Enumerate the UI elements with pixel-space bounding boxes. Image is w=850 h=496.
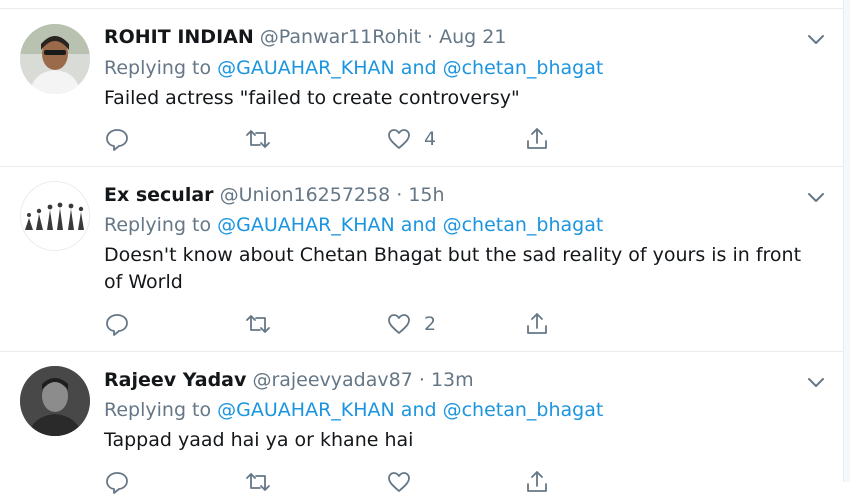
share-icon [527,128,547,149]
and-label: and [400,214,437,236]
mention-link[interactable]: @GAUAHAR_KHAN [217,214,395,236]
tweet[interactable]: Ex secular @Union16257258 · 15h Replying… [0,167,843,352]
tweet[interactable]: ROHIT INDIAN @Panwar11Rohit · Aug 21 Rep… [0,9,843,167]
replying-to-label: Replying to [104,57,212,79]
reply-icon [106,314,128,336]
replying-to: Replying to @GAUAHAR_KHAN and @chetan_bh… [104,398,603,422]
display-name[interactable]: Ex secular [104,184,214,206]
like-count: 4 [424,128,437,150]
mention-link[interactable]: @GAUAHAR_KHAN [217,399,395,421]
replying-to-label: Replying to [104,214,212,236]
share-icon [527,313,547,334]
avatar[interactable] [20,366,90,436]
avatar[interactable] [20,24,90,94]
mention-link[interactable]: @GAUAHAR_KHAN [217,57,395,79]
retweet-button[interactable] [244,468,272,496]
avatar-image [20,24,90,94]
like-button[interactable]: 4 [386,125,436,153]
retweet-icon [246,473,270,491]
reply-button[interactable] [104,125,130,153]
display-name[interactable]: ROHIT INDIAN [104,26,254,48]
display-name[interactable]: Rajeev Yadav [104,369,246,391]
retweet-button[interactable] [244,310,272,338]
retweet-icon [246,315,270,333]
tweet-header: Ex secular @Union16257258 · 15h [104,183,445,207]
chevron-down-icon[interactable] [805,186,827,208]
share-button[interactable] [524,125,550,153]
separator-dot: · [427,26,434,48]
mention-link[interactable]: @chetan_bhagat [443,57,604,79]
reply-button[interactable] [104,310,130,338]
avatar-image [21,182,89,250]
separator-dot: · [418,369,425,391]
replying-to: Replying to @GAUAHAR_KHAN and @chetan_bh… [104,56,603,80]
heart-icon [388,129,410,149]
tweet-text: Tappad yaad hai ya or khane hai [104,429,414,451]
separator-dot: · [396,184,403,206]
chevron-down-icon[interactable] [805,371,827,393]
tweet[interactable]: Rajeev Yadav @rajeevyadav87 · 13m Replyi… [0,352,843,494]
share-button[interactable] [524,310,550,338]
tweet-actions [104,468,564,496]
timestamp[interactable]: 15h [408,184,444,206]
like-button[interactable] [386,468,424,496]
avatar-image [20,366,90,436]
like-button[interactable]: 2 [386,310,436,338]
timestamp[interactable]: 13m [431,369,474,391]
tweet-text: Failed actress "failed to create controv… [104,87,520,109]
like-count: 2 [424,313,437,335]
reply-icon [106,472,128,494]
username[interactable]: @rajeevyadav87 [252,369,412,391]
retweet-icon [246,130,270,148]
tweet-actions: 4 [104,125,564,153]
scrollbar[interactable] [843,0,850,482]
username[interactable]: @Union16257258 [220,184,391,206]
replying-to-label: Replying to [104,399,212,421]
mention-link[interactable]: @chetan_bhagat [443,214,604,236]
tweet-header: ROHIT INDIAN @Panwar11Rohit · Aug 21 [104,25,506,49]
username[interactable]: @Panwar11Rohit [260,26,421,48]
and-label: and [400,57,437,79]
and-label: and [400,399,437,421]
share-icon [527,471,547,492]
reply-icon [106,129,128,151]
timeline-top-border [0,0,850,9]
reply-button[interactable] [104,468,130,496]
heart-icon [388,314,410,334]
heart-icon [388,472,410,492]
retweet-button[interactable] [244,125,272,153]
tweet-text: Doesn't know about Chetan Bhagat but the… [104,244,802,293]
chevron-down-icon[interactable] [805,28,827,50]
tweet-actions: 2 [104,310,564,338]
share-button[interactable] [524,468,550,496]
avatar[interactable] [20,181,90,251]
mention-link[interactable]: @chetan_bhagat [443,399,604,421]
tweet-header: Rajeev Yadav @rajeevyadav87 · 13m [104,368,474,392]
replying-to: Replying to @GAUAHAR_KHAN and @chetan_bh… [104,213,603,237]
timestamp[interactable]: Aug 21 [439,26,506,48]
